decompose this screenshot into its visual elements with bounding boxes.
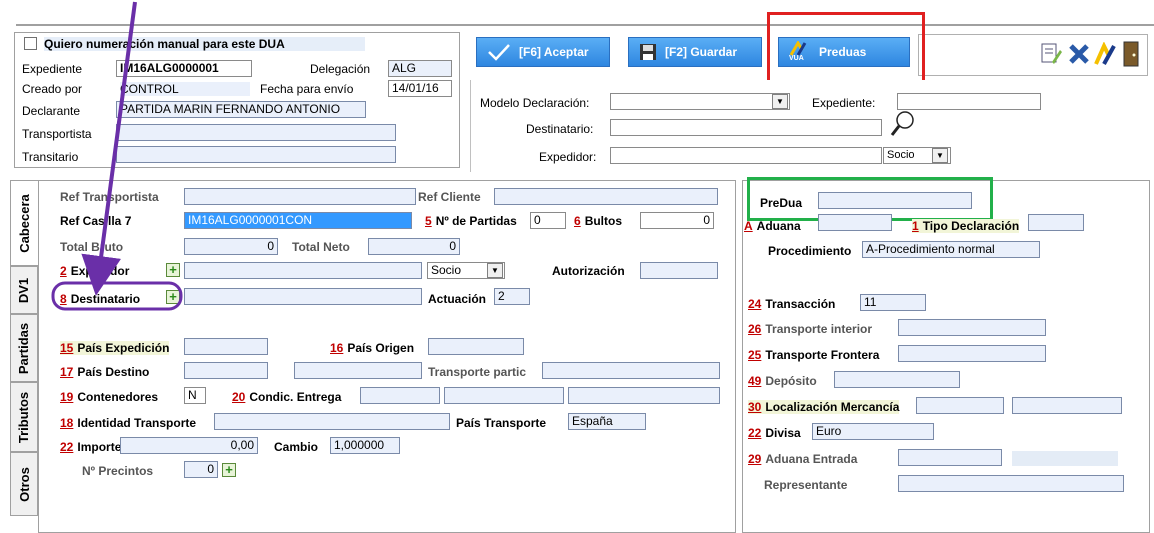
purple-annotation-arrow [51,1,183,311]
